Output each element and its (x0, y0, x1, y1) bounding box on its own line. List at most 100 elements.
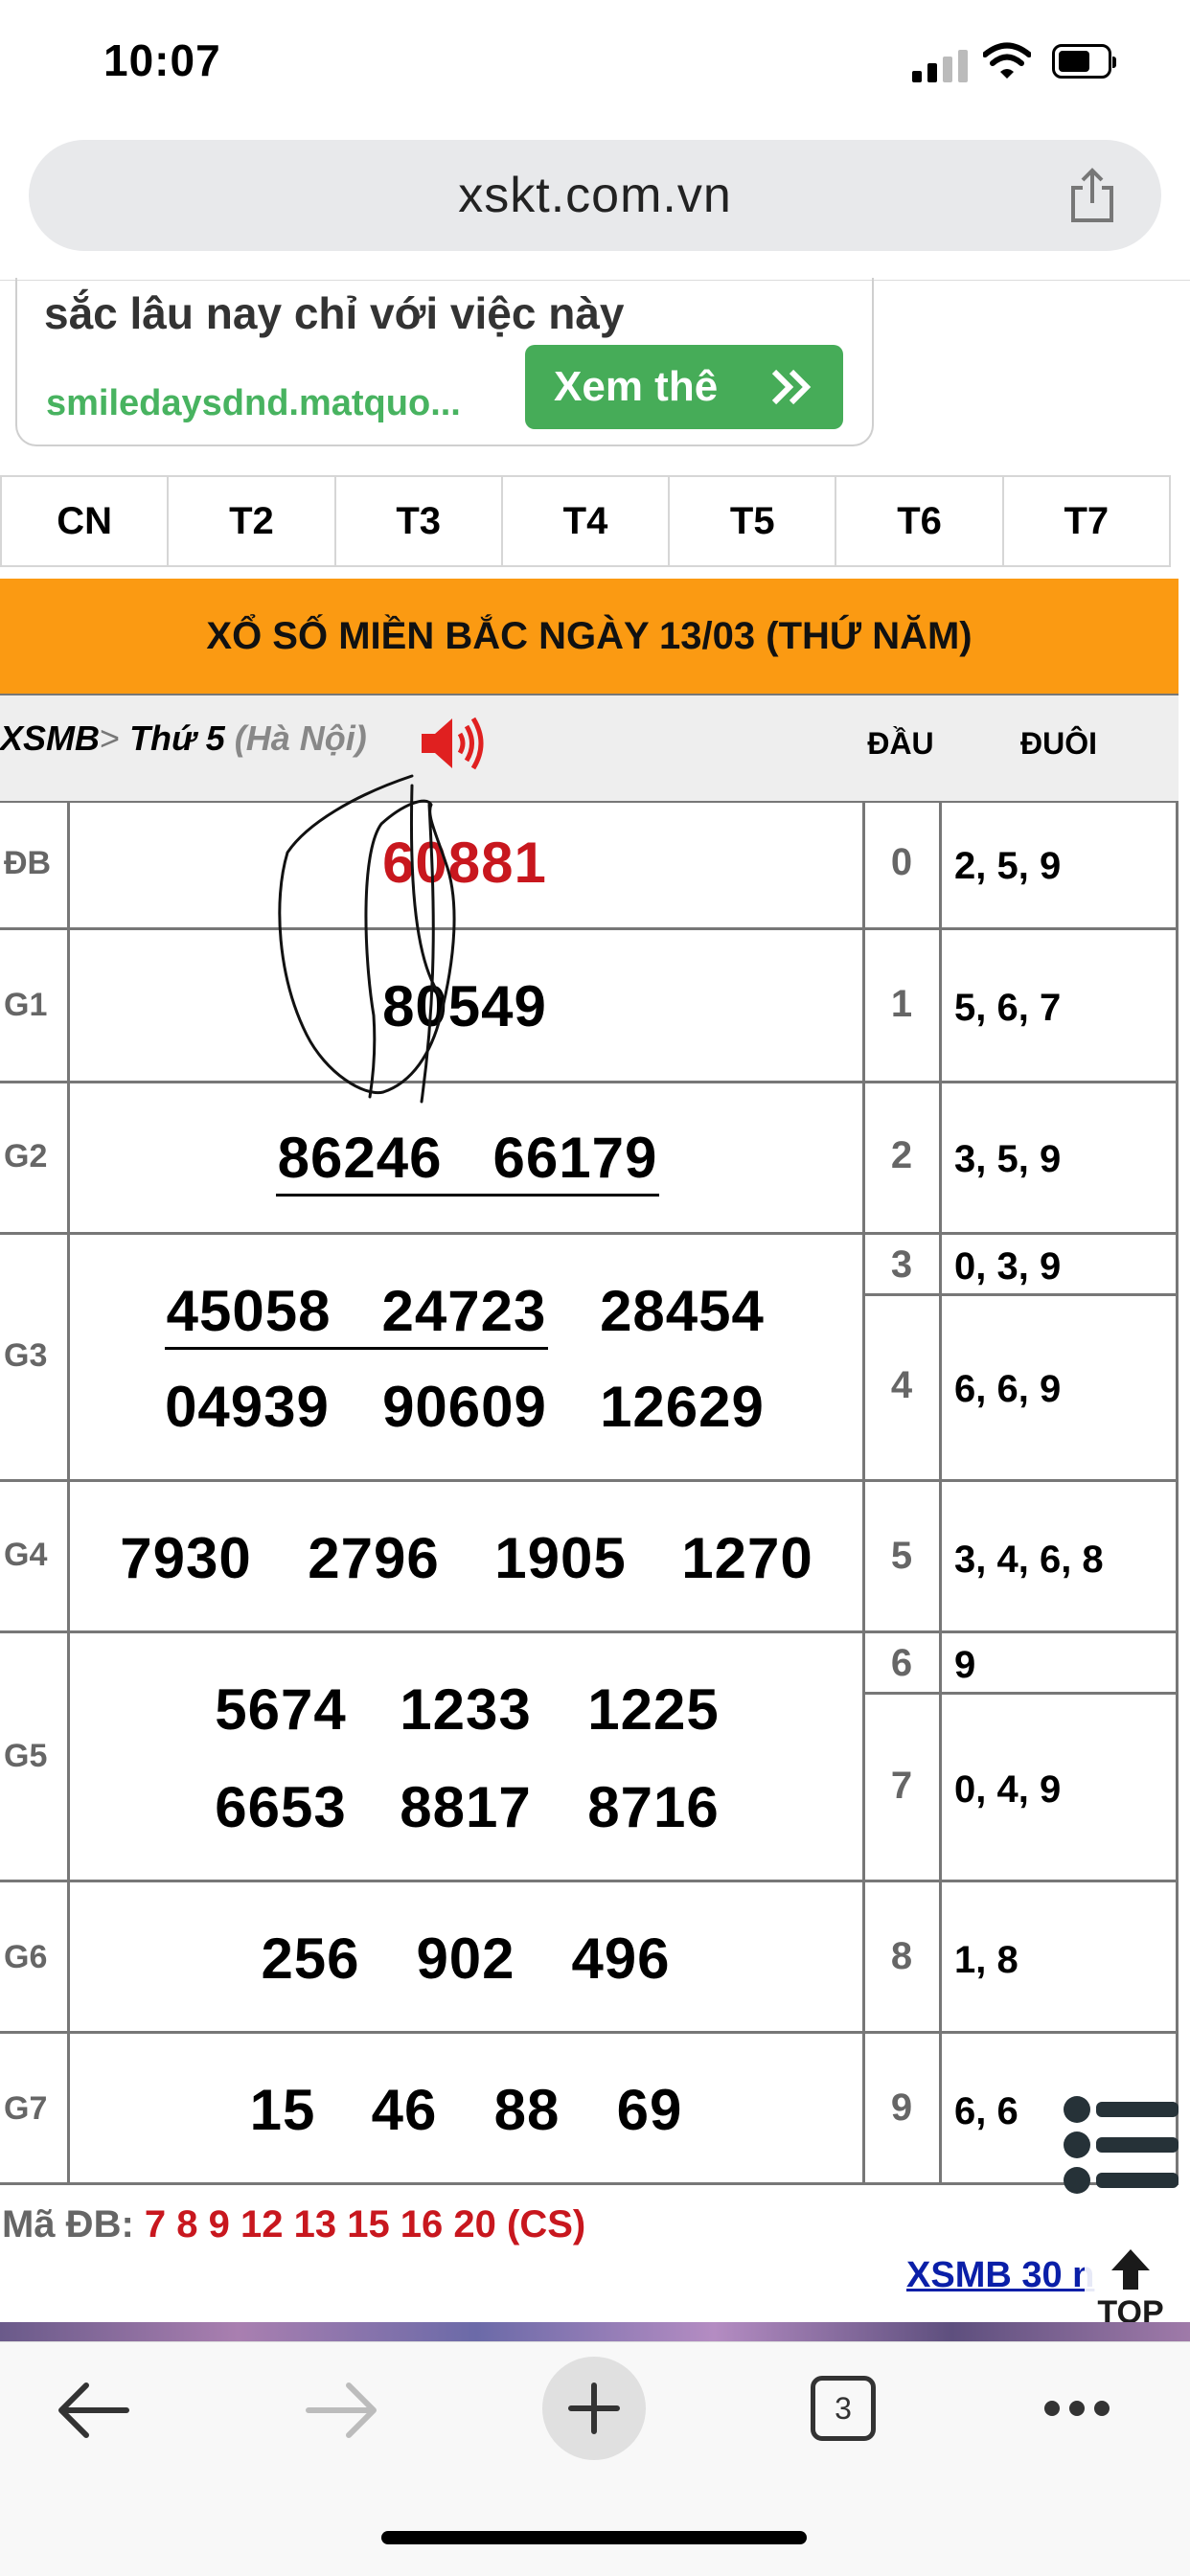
prize-number-g2: 66179 (492, 1126, 658, 1190)
prize-number-g3: 12629 (600, 1375, 765, 1439)
ma-db-label: Mã ĐB: (2, 2203, 134, 2245)
day-tabs: CN T2 T3 T4 T5 T6 T7 (0, 475, 1171, 567)
prize-number-g6: 256 (261, 1926, 360, 1991)
prize-label-db: ĐB (4, 845, 52, 881)
loto-duoi: 0, 4, 9 (954, 1768, 1062, 1811)
loto-duoi: 1, 8 (954, 1939, 1018, 1981)
tab-t7[interactable]: T7 (1004, 477, 1169, 565)
loto-duoi: 0, 3, 9 (954, 1245, 1062, 1288)
prize-number-g4: 7930 (120, 1526, 252, 1590)
prize-number-g3: 90609 (382, 1375, 547, 1439)
wifi-icon (983, 42, 1031, 79)
col-dau-header: ĐẦU (867, 726, 934, 761)
prize-label-g6: G6 (4, 1939, 48, 1975)
loto-dau: 3 (890, 1243, 913, 1286)
ad-domain[interactable]: smiledaysdnd.matquo... (46, 383, 461, 424)
prize-number-g5: 6653 (215, 1775, 347, 1839)
loto-dau: 4 (890, 1364, 913, 1406)
breadcrumb: XSMB> Thứ 5 (Hà Nội) (0, 718, 367, 759)
breadcrumb-separator: > (100, 718, 121, 758)
prize-number-g5: 8716 (587, 1775, 720, 1839)
loto-dau: 0 (890, 841, 913, 883)
prize-number-g7: 46 (371, 2078, 438, 2142)
loto-duoi: 3, 4, 6, 8 (954, 1539, 1104, 1581)
breadcrumb-city: (Hà Nội) (234, 718, 367, 758)
breadcrumb-day[interactable]: Thứ 5 (129, 718, 225, 758)
ad-cta-button[interactable]: Xem thê (525, 345, 843, 429)
prize-label-g3: G3 (4, 1337, 48, 1374)
home-indicator (381, 2531, 807, 2544)
prize-number-g4: 2796 (308, 1526, 440, 1590)
prize-row-g3: 45058 24723 (165, 1278, 548, 1350)
url-text[interactable]: xskt.com.vn (29, 167, 1161, 224)
loto-duoi: 2, 5, 9 (954, 845, 1062, 887)
prize-label-g5: G5 (4, 1738, 48, 1774)
prize-number-g4: 1905 (494, 1526, 627, 1590)
prize-number-g3: 45058 (166, 1279, 332, 1343)
results-header: XỔ SỐ MIỀN BẮC NGÀY 13/03 (THỨ NĂM) (0, 579, 1179, 694)
loto-dau: 6 (890, 1642, 913, 1684)
prize-number-g7: 69 (616, 2078, 683, 2142)
ad-title[interactable]: sắc lâu nay chỉ với việc này (44, 287, 624, 339)
signal-icon (912, 50, 968, 82)
double-chevron-icon (771, 369, 812, 405)
loto-duoi: 3, 5, 9 (954, 1138, 1062, 1180)
loto-dau: 7 (890, 1765, 913, 1807)
arrow-up-icon (1111, 2249, 1150, 2290)
xsmb-30-link[interactable]: XSMB 30 n (906, 2255, 1098, 2296)
prize-label-g1: G1 (4, 987, 48, 1023)
menu-icon[interactable] (1062, 2094, 1180, 2196)
prize-number-g5: 5674 (215, 1677, 347, 1742)
back-icon[interactable] (56, 2380, 130, 2441)
tab-t3[interactable]: T3 (336, 477, 503, 565)
ma-db: Mã ĐB: 7 8 9 12 13 15 16 20 (CS) (2, 2203, 585, 2246)
prize-number-g3: 04939 (165, 1375, 330, 1439)
prize-number-g2: 86246 (277, 1126, 443, 1190)
loto-duoi: 6, 6, 9 (954, 1368, 1062, 1410)
more-icon[interactable] (1042, 2399, 1111, 2418)
speaker-icon[interactable] (418, 713, 485, 774)
loto-duoi: 6, 6 (954, 2090, 1018, 2132)
tab-t4[interactable]: T4 (503, 477, 671, 565)
prize-number-g5: 1233 (400, 1677, 532, 1742)
prize-number-g3: 28454 (600, 1279, 765, 1343)
prize-number-g4: 1270 (681, 1526, 813, 1590)
status-time: 10:07 (103, 35, 221, 85)
prize-number-g6: 902 (416, 1926, 515, 1991)
loto-dau: 5 (890, 1535, 913, 1577)
scribble-annotation (278, 774, 456, 1104)
tab-t6[interactable]: T6 (836, 477, 1004, 565)
prize-number-g6: 496 (571, 1926, 671, 1991)
loto-dau: 2 (890, 1134, 913, 1176)
ad-cta-label: Xem thê (554, 363, 719, 410)
address-bar[interactable]: xskt.com.vn (29, 140, 1161, 251)
tabs-button[interactable]: 3 (811, 2376, 876, 2441)
ma-db-value: 7 8 9 12 13 15 16 20 (CS) (144, 2203, 586, 2245)
prize-number-g5: 8817 (400, 1775, 532, 1839)
forward-icon[interactable] (305, 2380, 379, 2441)
prize-row-g2: 86246 66179 (276, 1125, 659, 1197)
tab-t5[interactable]: T5 (670, 477, 837, 565)
prize-number-g7: 88 (493, 2078, 561, 2142)
tab-cn[interactable]: CN (2, 477, 170, 565)
breadcrumb-xsmb[interactable]: XSMB (0, 718, 100, 758)
new-tab-icon (568, 2382, 620, 2434)
prize-label-g4: G4 (4, 1537, 48, 1573)
prize-number-g7: 15 (249, 2078, 316, 2142)
share-icon[interactable] (1065, 167, 1119, 224)
loto-duoi: 5, 6, 7 (954, 987, 1062, 1029)
tab-t2[interactable]: T2 (169, 477, 336, 565)
prize-number-g5: 1225 (587, 1677, 720, 1742)
new-tab-button[interactable] (542, 2357, 646, 2460)
loto-dau: 1 (890, 983, 913, 1025)
prize-label-g2: G2 (4, 1138, 48, 1174)
col-duoi-header: ĐUÔI (1020, 726, 1097, 761)
battery-icon (1052, 44, 1116, 79)
prize-number-g3: 24723 (381, 1279, 547, 1343)
ad-strip (0, 2322, 1190, 2341)
loto-duoi: 9 (954, 1644, 976, 1686)
loto-dau: 9 (890, 2086, 913, 2129)
loto-dau: 8 (890, 1935, 913, 1977)
prize-label-g7: G7 (4, 2090, 48, 2127)
back-to-top-button[interactable]: TOP (1085, 2244, 1177, 2332)
